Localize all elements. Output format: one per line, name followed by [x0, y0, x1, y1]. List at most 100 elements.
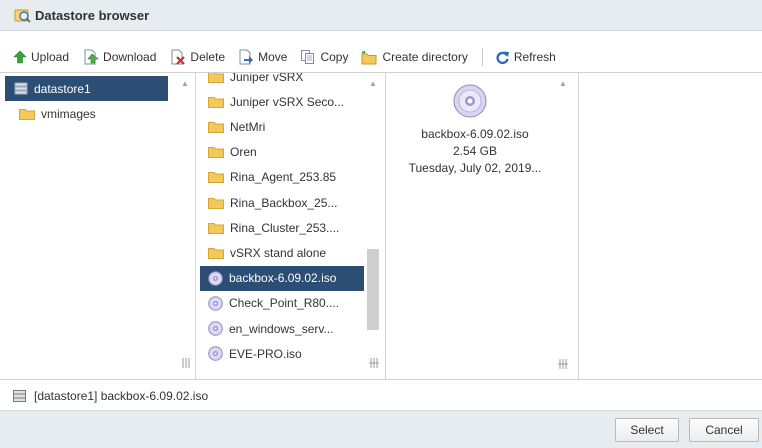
move-icon	[239, 49, 254, 65]
move-button[interactable]: Move	[238, 46, 287, 68]
file-icon-wrap	[208, 247, 224, 259]
column-resize-grip-icon[interactable]	[369, 358, 379, 368]
datastore-tree-pane: datastore1 vmimages ▲	[0, 73, 196, 379]
delete-icon	[171, 49, 186, 65]
upload-arrow-icon	[13, 50, 27, 64]
download-icon	[84, 49, 99, 65]
disc-icon	[208, 346, 223, 361]
new-folder-icon	[361, 50, 377, 64]
download-label: Download	[103, 50, 157, 64]
selected-path: [datastore1] backbox-6.09.02.iso	[34, 389, 209, 403]
upload-button[interactable]: Upload	[13, 46, 69, 68]
delete-button[interactable]: Delete	[170, 46, 225, 68]
refresh-label: Refresh	[513, 50, 556, 64]
disc-icon	[453, 84, 487, 118]
download-button[interactable]: Download	[83, 46, 156, 68]
file-label: Oren	[230, 145, 257, 160]
file-icon-wrap	[208, 295, 223, 311]
move-label: Move	[258, 50, 288, 64]
file-list-pane: Juniper vSRX Juniper vSRX Seco... NetMri Or…	[196, 73, 386, 379]
file-label: NetMri	[230, 119, 266, 134]
folder-icon	[208, 197, 224, 209]
file-icon-wrap	[208, 121, 224, 133]
file-icon-wrap	[208, 146, 224, 159]
preview-file-name: backbox-6.09.02.iso	[421, 127, 529, 141]
cancel-button[interactable]: Cancel	[689, 418, 759, 442]
column-resize-grip-icon[interactable]	[181, 358, 191, 368]
preview-file-date: Tuesday, July 02, 2019...	[408, 161, 542, 175]
copy-icon	[301, 50, 315, 64]
file-icon-wrap	[208, 171, 224, 184]
toolbar: Upload Download Delete Move Copy Create …	[0, 44, 762, 70]
tree-item-label: vmimages	[41, 106, 96, 121]
folder-icon	[208, 222, 224, 234]
file-label: Rina_Cluster_253....	[230, 220, 340, 235]
file-label: Rina_Agent_253.85	[230, 170, 337, 185]
toolbar-separator	[481, 48, 483, 66]
folder-icon	[208, 172, 224, 184]
file-label: EVE-PRO.iso	[229, 346, 302, 361]
datastore-icon	[14, 82, 28, 95]
file-label: Check_Point_R80....	[229, 296, 340, 311]
folder-icon	[208, 96, 224, 108]
file-list-item[interactable]: Rina_Backbox_25...	[200, 190, 364, 215]
folder-icon	[208, 247, 224, 259]
scroll-thumb[interactable]	[367, 249, 379, 330]
file-label: en_windows_serv...	[229, 321, 334, 336]
datastore-browser-icon	[14, 9, 31, 23]
file-icon-wrap	[208, 222, 224, 234]
file-list-item[interactable]: NetMri	[200, 114, 364, 139]
scroll-up-arrow-icon[interactable]: ▲	[556, 79, 570, 88]
file-list-item[interactable]: vSRX stand alone	[200, 240, 364, 265]
dialog-title: Datastore browser	[35, 7, 150, 23]
file-label: backbox-6.09.02.iso	[229, 271, 337, 286]
file-icon-wrap	[208, 270, 223, 286]
file-list-item[interactable]: Rina_Agent_253.85	[200, 165, 364, 190]
preview-file-size: 2.54 GB	[452, 144, 498, 158]
datastore-icon	[13, 390, 26, 402]
folder-icon	[208, 147, 224, 159]
file-list-item[interactable]: Juniper vSRX Seco...	[200, 89, 364, 114]
dialog-title-bar: Datastore browser	[0, 0, 762, 31]
tree-scrollbar[interactable]: ▲	[178, 73, 192, 379]
tree-item-vmimages[interactable]: vmimages	[5, 101, 168, 126]
file-icon-wrap	[208, 96, 224, 108]
delete-label: Delete	[190, 50, 226, 64]
file-list-item[interactable]: backbox-6.09.02.iso	[200, 265, 364, 291]
create-directory-button[interactable]: Create directory	[361, 46, 468, 68]
disc-icon	[208, 321, 223, 336]
file-list-scrollbar[interactable]: ▲	[366, 73, 380, 379]
disc-icon	[208, 295, 223, 311]
file-list-item[interactable]: Rina_Cluster_253....	[200, 215, 364, 240]
datastore-browser-panes: datastore1 vmimages ▲ Juniper vSRX Junipe…	[0, 72, 762, 380]
refresh-button[interactable]: Refresh	[495, 46, 556, 68]
file-label: Juniper vSRX Seco...	[230, 94, 345, 109]
copy-button[interactable]: Copy	[300, 46, 348, 68]
folder-icon	[19, 108, 35, 120]
file-label: Rina_Backbox_25...	[230, 195, 338, 210]
scroll-up-arrow-icon[interactable]: ▲	[366, 79, 380, 88]
file-icon-wrap	[208, 346, 223, 361]
copy-label: Copy	[320, 50, 349, 64]
file-list-item[interactable]: Juniper vSRX	[200, 73, 364, 89]
column-resize-grip-icon[interactable]	[558, 359, 568, 369]
file-list-item[interactable]: EVE-PRO.iso	[200, 341, 364, 366]
file-list-item[interactable]: en_windows_serv...	[200, 316, 364, 341]
select-button[interactable]: Select	[615, 418, 679, 442]
scroll-up-arrow-icon[interactable]: ▲	[178, 79, 192, 88]
file-list-item[interactable]: Oren	[200, 140, 364, 165]
refresh-icon	[496, 51, 509, 64]
file-icon-wrap	[208, 321, 223, 336]
folder-icon	[208, 121, 224, 133]
folder-icon	[208, 73, 224, 83]
upload-label: Upload	[31, 50, 70, 64]
file-icon-wrap	[208, 197, 224, 209]
tree-item-datastore1[interactable]: datastore1	[5, 76, 168, 101]
tree-item-label: datastore1	[34, 81, 91, 96]
selected-path-bar: [datastore1] backbox-6.09.02.iso	[0, 382, 762, 410]
preview-scrollbar[interactable]: ▲	[556, 73, 570, 379]
dialog-footer: Select Cancel	[0, 410, 762, 448]
file-list-item[interactable]: Check_Point_R80....	[200, 291, 364, 316]
file-label: vSRX stand alone	[230, 245, 327, 260]
disc-icon	[208, 270, 223, 286]
